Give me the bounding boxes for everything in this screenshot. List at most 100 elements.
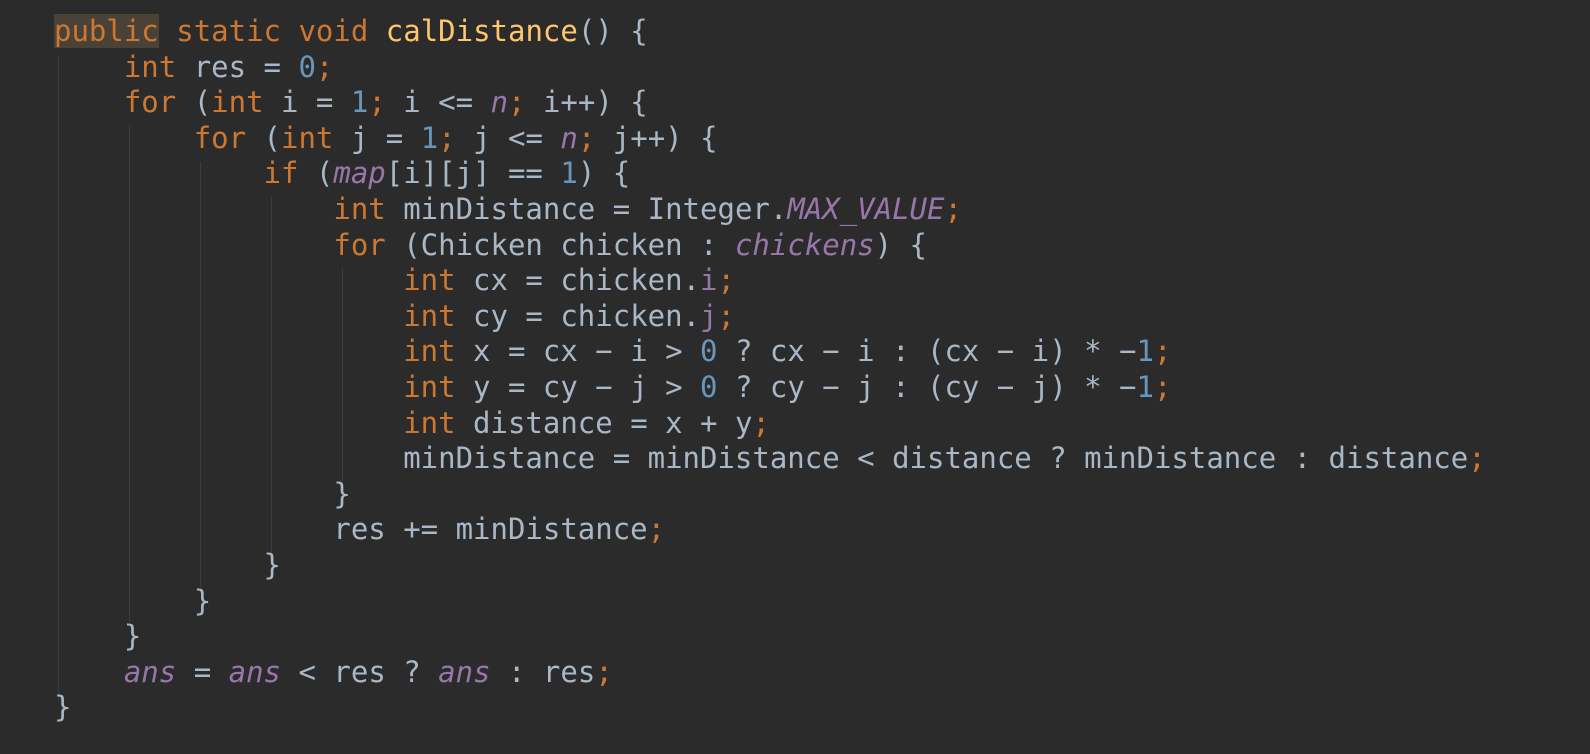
- code-token: }: [333, 476, 351, 511]
- code-token: ;: [315, 49, 334, 84]
- code-token: ;: [1154, 369, 1172, 404]
- code-token: j++) {: [595, 120, 718, 155]
- code-line[interactable]: if (map[i][j] == 1) {: [54, 156, 1486, 192]
- code-token: ;: [944, 191, 962, 226]
- code-line[interactable]: for (int i = 1; i <= n; i++) {: [54, 85, 1486, 121]
- code-line[interactable]: }: [54, 584, 1486, 620]
- code-token: ) {: [577, 156, 631, 191]
- code-token: (: [298, 156, 334, 191]
- code-line[interactable]: public static void calDistance() {: [54, 14, 1486, 50]
- code-token: int: [403, 263, 456, 298]
- code-token: n: [560, 120, 578, 155]
- code-token: public: [54, 14, 159, 48]
- code-token: int: [403, 369, 456, 404]
- code-token: n: [490, 85, 509, 120]
- code-token: cy = chicken.: [455, 298, 701, 333]
- code-line[interactable]: int y = cy − j > 0 ? cy − j : (cy − j) *…: [54, 370, 1486, 406]
- code-line[interactable]: for (int j = 1; j <= n; j++) {: [54, 121, 1486, 157]
- code-line[interactable]: }: [54, 619, 1486, 655]
- code-token: =: [176, 654, 229, 689]
- code-token: (: [246, 120, 281, 155]
- code-token: cx = chicken.: [455, 263, 701, 298]
- code-token: chickens: [734, 227, 875, 262]
- code-token: ;: [717, 263, 735, 298]
- code-line[interactable]: int minDistance = Integer.MAX_VALUE;: [54, 192, 1486, 228]
- code-token: for: [193, 120, 247, 155]
- code-token: calDistance: [385, 14, 578, 48]
- code-token: 1: [560, 156, 578, 191]
- code-token: }: [193, 583, 212, 618]
- code-token: [i][j] ==: [385, 156, 561, 191]
- code-token: minDistance = minDistance < distance ? m…: [403, 441, 1469, 476]
- code-line[interactable]: int cx = chicken.i;: [54, 263, 1486, 299]
- code-token: 1: [1136, 334, 1154, 369]
- code-token: (Chicken chicken :: [385, 227, 735, 262]
- code-line[interactable]: int cy = chicken.j;: [54, 299, 1486, 335]
- code-token: ? cy − j : (cy − j) * −: [717, 369, 1137, 404]
- code-line[interactable]: }: [54, 548, 1486, 584]
- code-token: () {: [577, 14, 648, 48]
- code-token: : res: [490, 654, 596, 689]
- code-token: int: [403, 298, 456, 333]
- code-token: ) {: [874, 227, 928, 262]
- code-token: ;: [647, 512, 666, 547]
- code-token: ans: [228, 654, 282, 689]
- code-token: static: [176, 14, 281, 48]
- code-token: ;: [368, 85, 386, 120]
- code-token: int: [333, 191, 386, 226]
- code-token: }: [123, 619, 142, 654]
- code-token: ;: [438, 120, 456, 155]
- code-line[interactable]: minDistance = minDistance < distance ? m…: [54, 441, 1486, 477]
- code-text[interactable]: public static void calDistance() { int r…: [54, 14, 1486, 726]
- code-token: ans: [123, 654, 177, 689]
- code-line[interactable]: ans = ans < res ? ans : res;: [54, 655, 1486, 691]
- code-line[interactable]: res += minDistance;: [54, 512, 1486, 548]
- code-token: i++) {: [525, 85, 648, 120]
- code-line[interactable]: int x = cx − i > 0 ? cx − i : (cx − i) *…: [54, 334, 1486, 370]
- code-line[interactable]: }: [54, 690, 1486, 726]
- code-token: void: [298, 14, 369, 48]
- code-token: int: [211, 85, 264, 120]
- code-token: 0: [700, 334, 718, 369]
- code-token: ? cx − i : (cx − i) * −: [717, 334, 1137, 369]
- code-token: res += minDistance: [333, 512, 648, 547]
- code-token: i <=: [385, 85, 491, 120]
- code-line[interactable]: }: [54, 477, 1486, 513]
- code-token: if: [263, 156, 299, 191]
- code-token: distance = x + y: [455, 405, 753, 440]
- code-token: minDistance = Integer.: [385, 191, 788, 226]
- code-line[interactable]: int distance = x + y;: [54, 406, 1486, 442]
- code-token: 1: [350, 85, 369, 120]
- code-token: MAX_VALUE: [787, 191, 945, 226]
- code-token: i: [700, 263, 718, 298]
- code-token: int: [281, 120, 334, 155]
- code-line[interactable]: int res = 0;: [54, 50, 1486, 86]
- code-token: for: [333, 227, 386, 262]
- code-token: 1: [1136, 369, 1154, 404]
- code-token: 0: [298, 49, 316, 84]
- code-token: j =: [333, 120, 421, 155]
- code-token: i =: [263, 85, 351, 120]
- code-line[interactable]: for (Chicken chicken : chickens) {: [54, 228, 1486, 264]
- code-token: 1: [420, 120, 439, 155]
- code-token: for: [123, 85, 177, 120]
- code-token: res =: [176, 49, 299, 84]
- code-editor[interactable]: public static void calDistance() { int r…: [0, 0, 1590, 754]
